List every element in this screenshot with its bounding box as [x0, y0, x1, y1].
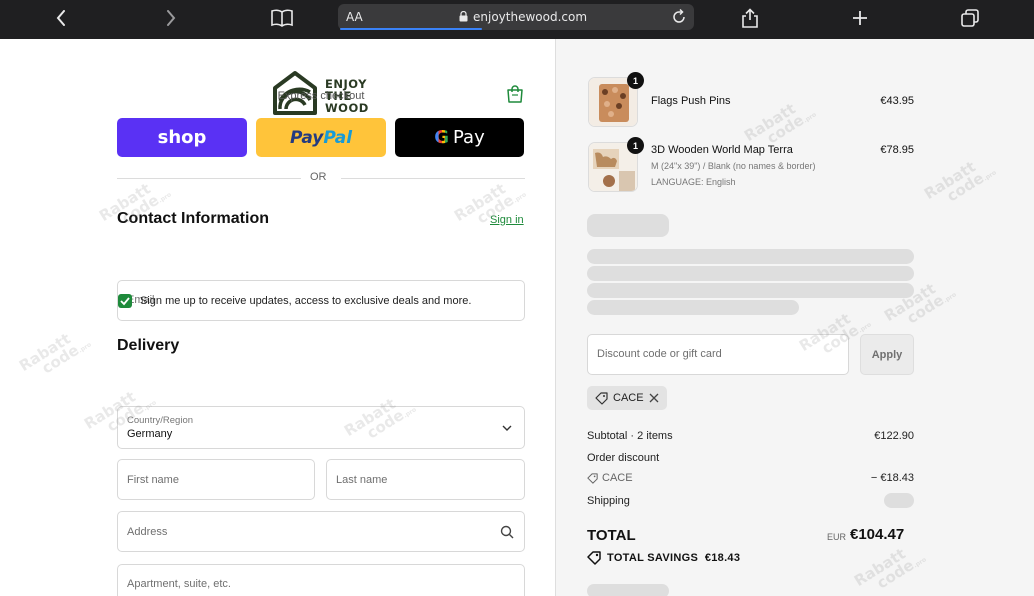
tag-icon: [595, 392, 608, 405]
apartment-field[interactable]: Apartment, suite, etc.: [117, 564, 525, 596]
subtotal-label: Subtotal · 2 items: [587, 430, 673, 442]
shipping-label: Shipping: [587, 495, 630, 507]
new-tab-icon[interactable]: [847, 6, 873, 30]
remove-discount-icon[interactable]: [649, 393, 659, 403]
apply-button[interactable]: Apply: [860, 334, 914, 375]
address-field[interactable]: Address: [117, 511, 525, 552]
last-name-placeholder: Last name: [336, 474, 388, 486]
quantity-badge: 1: [627, 137, 644, 154]
item-name: 3D Wooden World Map Terra: [651, 144, 793, 156]
item-price: €43.95: [880, 95, 914, 107]
total-label: TOTAL: [587, 527, 636, 544]
newsletter-checkbox[interactable]: [118, 294, 132, 308]
loading-placeholder: [587, 283, 914, 298]
page-load-progress: [340, 28, 482, 30]
discount-code-label: CACE: [602, 472, 633, 484]
country-select[interactable]: Country/Region Germany: [117, 406, 525, 449]
paypal-button[interactable]: Pay Pal: [256, 118, 386, 157]
loading-placeholder: [587, 300, 799, 315]
last-name-field[interactable]: Last name: [326, 459, 525, 500]
google-g-icon: G: [434, 127, 450, 148]
discount-value: − €18.43: [870, 472, 914, 484]
or-line-right: [341, 178, 525, 179]
reload-icon[interactable]: [670, 8, 688, 26]
loading-placeholder: [587, 249, 914, 264]
address-placeholder: Address: [127, 526, 168, 538]
google-pay-button[interactable]: G Pay: [395, 118, 524, 157]
order-discount-label: Order discount: [587, 452, 660, 464]
loading-placeholder: [587, 584, 669, 596]
paypal-label-part2: Pal: [323, 127, 353, 148]
address-bar[interactable]: AA enjoythewood.com: [338, 4, 694, 30]
total-value: €104.47: [850, 526, 905, 543]
total-currency: EUR: [827, 532, 847, 542]
search-icon: [500, 525, 514, 539]
item-price: €78.95: [880, 144, 914, 156]
savings-value: €18.43: [704, 552, 741, 564]
applied-code: CACE: [613, 392, 644, 404]
delivery-title: Delivery: [117, 337, 180, 354]
url-text: enjoythewood.com: [473, 10, 588, 24]
text-size-button[interactable]: AA: [346, 10, 363, 24]
item-language: LANGUAGE: English: [651, 177, 736, 187]
back-icon[interactable]: [48, 6, 74, 30]
or-divider: OR: [117, 171, 525, 185]
tag-icon: [587, 473, 598, 484]
country-label: Country/Region: [127, 415, 194, 426]
logo-line-3: WOOD: [325, 101, 369, 115]
express-checkout-label: Express checkout: [277, 90, 365, 102]
checkmark-icon: [120, 297, 130, 306]
first-name-placeholder: First name: [127, 474, 179, 486]
paypal-label-part1: Pay: [289, 127, 324, 148]
savings-label: TOTAL SAVINGS: [607, 552, 699, 564]
quantity-badge: 1: [627, 72, 644, 89]
shop-pay-label: shop: [157, 127, 207, 148]
newsletter-label: Sign me up to receive updates, access to…: [140, 295, 472, 307]
tabs-overview-icon[interactable]: [957, 6, 983, 30]
loading-placeholder: [587, 214, 669, 237]
share-icon[interactable]: [737, 6, 763, 30]
contact-title: Contact Information: [117, 210, 269, 227]
savings-tag-icon: [587, 551, 601, 565]
loading-placeholder: [587, 266, 914, 281]
item-name: Flags Push Pins: [651, 95, 731, 107]
country-value: Germany: [127, 428, 173, 440]
forward-icon[interactable]: [158, 6, 184, 30]
browser-toolbar: AA enjoythewood.com: [0, 0, 1034, 39]
subtotal-value: €122.90: [874, 430, 914, 442]
apartment-placeholder: Apartment, suite, etc.: [127, 578, 231, 590]
chevron-down-icon: [502, 425, 512, 431]
item-variant: M (24"x 39") / Blank (no names & border): [651, 161, 816, 171]
first-name-field[interactable]: First name: [117, 459, 315, 500]
or-label: OR: [310, 171, 327, 183]
or-line-left: [117, 178, 301, 179]
total-savings: TOTAL SAVINGS €18.43: [607, 552, 740, 564]
bookmarks-icon[interactable]: [269, 6, 295, 30]
google-pay-label: Pay: [453, 127, 485, 148]
shipping-loading-placeholder: [884, 493, 914, 508]
applied-discount-tag: CACE: [587, 386, 667, 410]
discount-placeholder: Discount code or gift card: [597, 348, 722, 360]
discount-code-input[interactable]: Discount code or gift card: [587, 334, 849, 375]
lock-icon: [459, 11, 468, 22]
shop-pay-button[interactable]: shop: [117, 118, 247, 157]
sign-in-link[interactable]: Sign in: [490, 214, 524, 226]
